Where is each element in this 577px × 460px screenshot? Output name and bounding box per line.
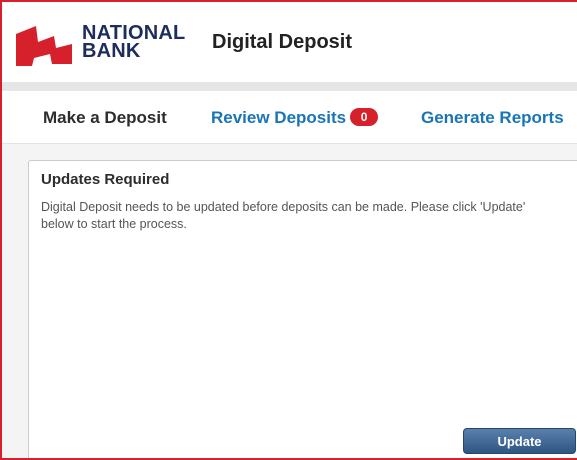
review-count-badge: 0	[350, 108, 379, 126]
tab-label: Review Deposits	[211, 108, 347, 127]
tab-make-a-deposit[interactable]: Make a Deposit	[43, 108, 167, 128]
tab-generate-reports[interactable]: Generate Reports	[421, 108, 564, 128]
app-window: NATIONAL BANK Digital Deposit Make a Dep…	[0, 0, 577, 460]
header-divider	[2, 82, 577, 91]
updates-required-panel: Updates Required Digital Deposit needs t…	[28, 160, 577, 458]
app-title: Digital Deposit	[212, 31, 353, 53]
update-button[interactable]: Update	[463, 428, 576, 454]
tab-label: Make a Deposit	[43, 108, 167, 127]
brand-name: NATIONAL BANK	[82, 23, 185, 62]
tab-label: Generate Reports	[421, 108, 564, 127]
content-area: Updates Required Digital Deposit needs t…	[2, 144, 577, 458]
tab-bar: Make a Deposit Review Deposits 0 Generate…	[2, 91, 577, 144]
app-header: NATIONAL BANK Digital Deposit	[2, 2, 577, 82]
national-bank-flag-logo	[16, 26, 72, 66]
panel-message: Digital Deposit needs to be updated befo…	[41, 200, 526, 231]
tab-review-deposits[interactable]: Review Deposits 0	[211, 108, 379, 128]
panel-title: Updates Required	[41, 171, 170, 188]
brand-line-2: BANK	[82, 40, 141, 62]
